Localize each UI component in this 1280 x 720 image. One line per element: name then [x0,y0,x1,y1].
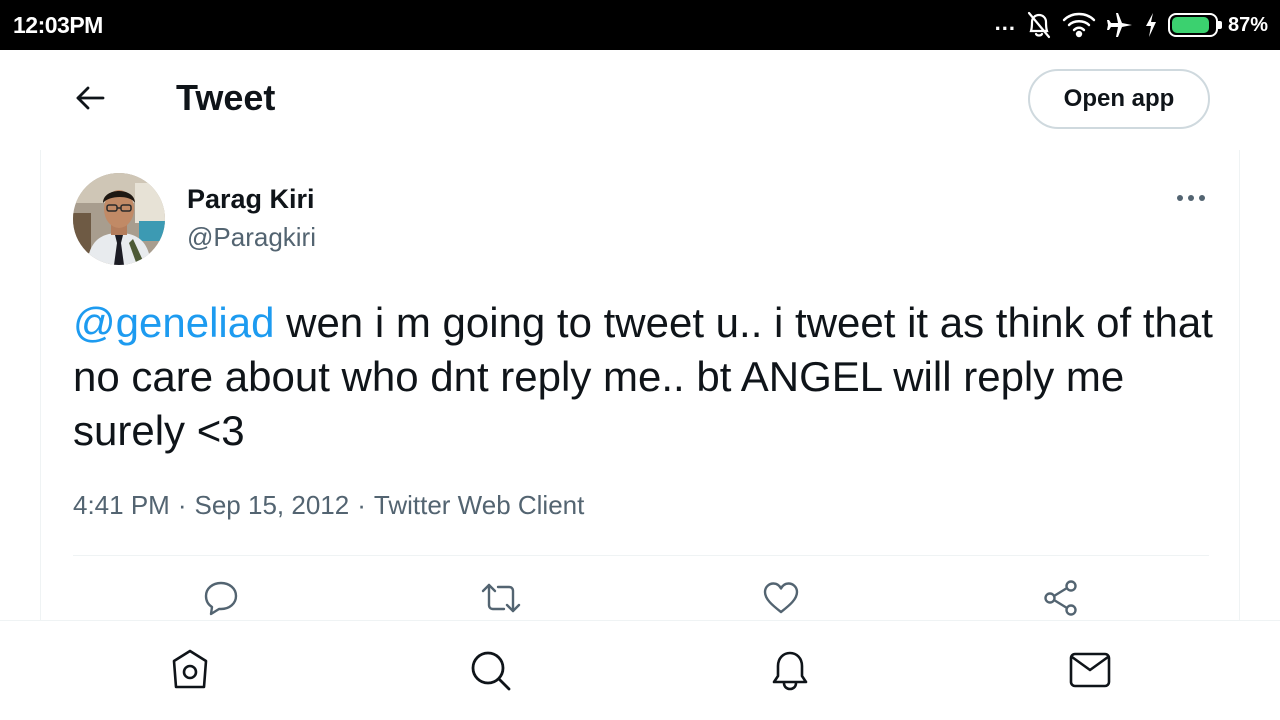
author-handle[interactable]: @Paragkiri [187,222,316,253]
like-button[interactable] [761,580,801,620]
more-horizontal-icon [1171,195,1211,212]
battery-percent: 87% [1227,13,1268,36]
tweet-time[interactable]: 4:41 PM [73,490,170,521]
tweet-metadata: 4:41 PM · Sep 15, 2012 · Twitter Web Cli… [73,490,584,521]
nav-messages[interactable] [1067,649,1113,695]
status-icons: ... 87% [995,10,1268,40]
mention-link[interactable]: @geneliad [73,299,274,346]
notifications-off-icon [1026,11,1052,39]
avatar[interactable] [73,173,165,265]
tweet-detail: Parag Kiri @Paragkiri @geneliad wen i m … [40,150,1240,620]
share-button[interactable] [1041,579,1081,622]
wifi-icon [1062,12,1096,38]
back-button[interactable] [70,80,110,120]
reply-button[interactable] [201,580,241,620]
search-icon [468,648,512,697]
top-app-bar: Tweet Open app [0,50,1280,148]
tweet-text: @geneliad wen i m going to tweet u.. i t… [73,296,1213,458]
arrow-left-icon [74,84,106,117]
nav-home[interactable] [167,649,213,695]
bottom-navigation [0,620,1280,720]
retweet-icon [480,579,522,622]
like-icon [762,580,800,621]
battery-level [1171,17,1209,33]
tweet-source[interactable]: Twitter Web Client [374,490,584,521]
charging-bolt-icon [1144,12,1158,38]
retweet-button[interactable] [481,580,521,620]
more-button[interactable] [1171,188,1211,208]
open-app-button[interactable]: Open app [1028,69,1210,129]
author-name[interactable]: Parag Kiri [187,184,315,215]
share-icon [1042,579,1080,622]
battery-icon [1167,13,1222,37]
home-icon [168,648,212,697]
airplane-mode-icon [1106,11,1134,39]
meta-separator: · [177,490,187,520]
status-overflow: ... [994,10,1016,35]
nav-notifications[interactable] [767,649,813,695]
messages-icon [1068,648,1112,697]
reply-icon [202,579,240,622]
divider [73,555,1209,556]
nav-search[interactable] [467,649,513,695]
status-bar: 12:03PM ... 87% [0,0,1280,50]
notifications-icon [768,648,812,697]
page-title: Tweet [176,77,276,118]
tweet-date[interactable]: Sep 15, 2012 [195,490,350,521]
status-time: 12:03PM [13,12,103,38]
meta-separator: · [357,490,366,520]
